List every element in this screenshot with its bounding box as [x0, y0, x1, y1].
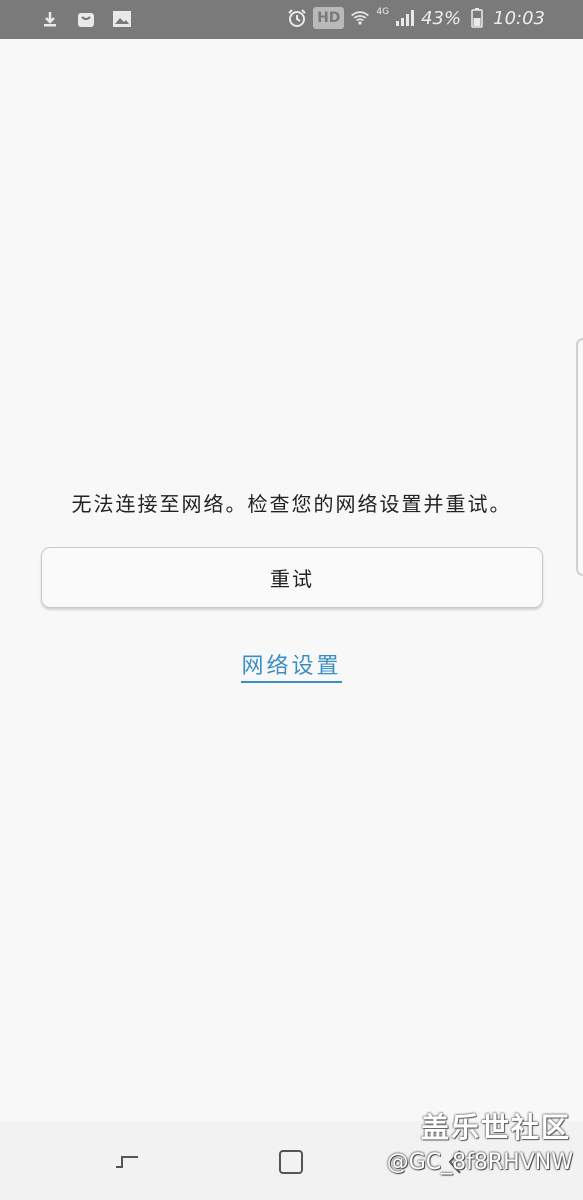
- home-icon[interactable]: [274, 1145, 308, 1179]
- status-bar: HD 4G 43% 10:03: [0, 0, 583, 39]
- gallery-icon: [112, 9, 132, 29]
- battery-icon: [467, 8, 487, 28]
- network-type-label: 4G: [376, 7, 390, 17]
- error-message: 无法连接至网络。检查您的网络设置并重试。: [71, 492, 512, 516]
- retry-button[interactable]: 重试: [41, 547, 543, 608]
- watermark-title: 盖乐世社区: [420, 1111, 571, 1144]
- edge-panel-handle[interactable]: [576, 338, 583, 576]
- hd-badge: HD: [313, 7, 345, 29]
- wifi-icon: [350, 8, 370, 28]
- clock: 10:03: [493, 7, 545, 29]
- network-settings-link[interactable]: 网络设置: [241, 654, 342, 683]
- network-settings-container: 网络设置: [0, 648, 583, 683]
- system-icons: HD 4G 43% 10:03: [287, 7, 545, 29]
- bag-icon: [76, 9, 96, 29]
- watermark-user: @GC_8f8RHVNW: [386, 1150, 573, 1175]
- alarm-icon: [287, 8, 307, 28]
- download-icon: [40, 9, 60, 29]
- recent-apps-icon[interactable]: [110, 1145, 144, 1179]
- signal-icon: [395, 8, 415, 28]
- notification-icons: [40, 9, 132, 29]
- battery-percent: 43%: [421, 7, 462, 29]
